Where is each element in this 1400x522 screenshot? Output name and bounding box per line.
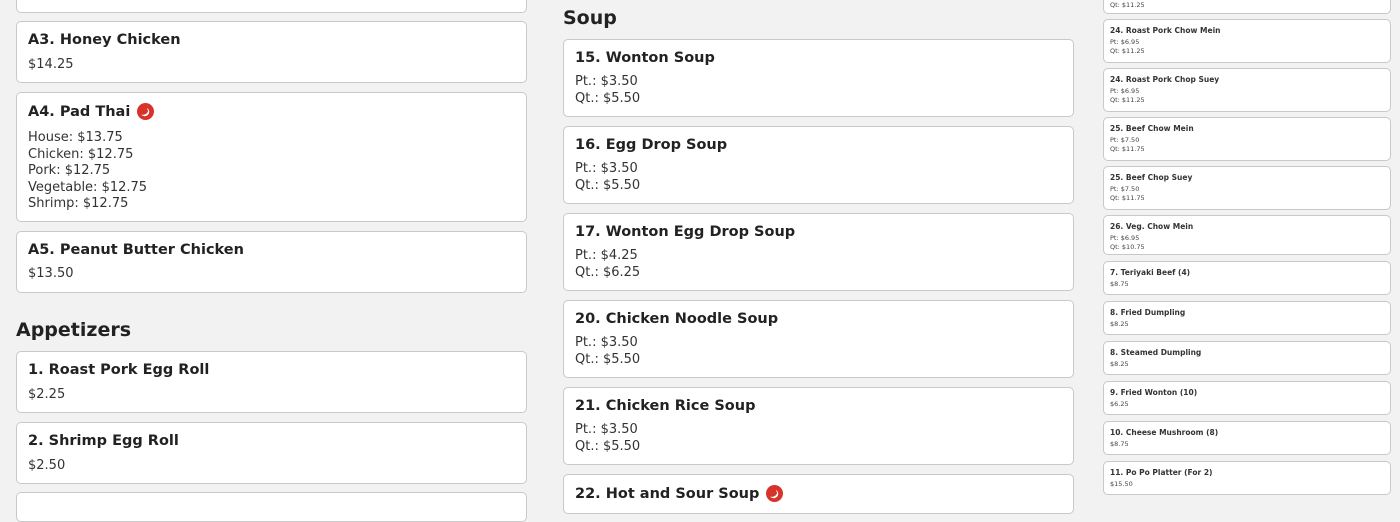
menu-item-card[interactable]: 16. Egg Drop Soup Pt.: $3.50 Qt.: $5.50 xyxy=(563,126,1074,204)
menu-item-price: Pt.: $3.50 xyxy=(575,74,638,89)
menu-item-price: Pt: $6.95 xyxy=(1110,87,1140,95)
menu-item-price: Pt: $6.95 xyxy=(1110,38,1140,46)
menu-column-2: Soup 15. Wonton Soup Pt.: $3.50 Qt.: $5.… xyxy=(545,0,1090,514)
menu-item-price: Qt: $11.25 xyxy=(1110,96,1145,104)
menu-item-price: Pt: $7.50 xyxy=(1110,185,1140,193)
menu-item-title: 10. Cheese Mushroom (8) xyxy=(1110,428,1219,437)
section-title-soup: Soup xyxy=(563,7,617,29)
menu-column-1: A3. Honey Chicken $14.25 A4. Pad Thai Ho… xyxy=(0,0,545,522)
menu-item-card[interactable]: 8. Steamed Dumpling $8.25 xyxy=(1103,341,1391,375)
spicy-icon xyxy=(137,103,155,120)
menu-item-title: A4. Pad Thai xyxy=(28,103,155,120)
menu-item-title: 24. Roast Pork Chow Mein xyxy=(1110,26,1221,35)
menu-item-price: Qt: $11.25 xyxy=(1110,1,1145,9)
menu-item-card[interactable]: 20. Chicken Noodle Soup Pt.: $3.50 Qt.: … xyxy=(563,300,1074,378)
menu-item-card[interactable]: 25. Beef Chop Suey Pt: $7.50 Qt: $11.75 xyxy=(1103,166,1391,210)
menu-item-title: 11. Po Po Platter (For 2) xyxy=(1110,468,1213,477)
menu-item-price: Pork: $12.75 xyxy=(28,163,111,178)
menu-item-title: 25. Beef Chow Mein xyxy=(1110,124,1194,133)
menu-item-title-text: A4. Pad Thai xyxy=(28,103,131,120)
menu-item-title: 8. Steamed Dumpling xyxy=(1110,348,1202,357)
menu-item-card[interactable]: 15. Wonton Soup Pt.: $3.50 Qt.: $5.50 xyxy=(563,39,1074,117)
menu-item-price: Qt: $11.25 xyxy=(1110,47,1145,55)
menu-item-price: Pt: $7.50 xyxy=(1110,136,1140,144)
menu-item-card[interactable]: 17. Wonton Egg Drop Soup Pt.: $4.25 Qt.:… xyxy=(563,213,1074,291)
menu-item-price: House: $13.75 xyxy=(28,130,123,145)
spicy-icon xyxy=(766,485,784,502)
menu-item-price: Pt.: $3.50 xyxy=(575,335,638,350)
menu-item-price: $15.50 xyxy=(1110,480,1133,488)
menu-item-title: 15. Wonton Soup xyxy=(575,50,715,66)
menu-item-card[interactable]: 22. Hot and Sour Soup xyxy=(563,474,1074,514)
menu-column-3: Qt: $11.25 24. Roast Pork Chow Mein Pt: … xyxy=(1090,0,1400,500)
menu-item-title: 20. Chicken Noodle Soup xyxy=(575,311,779,327)
menu-item-card[interactable] xyxy=(16,492,527,522)
menu-item-card[interactable]: 7. Teriyaki Beef (4) $8.75 xyxy=(1103,261,1391,295)
menu-item-price: $8.75 xyxy=(1110,280,1129,288)
menu-item-card[interactable]: 9. Fried Wonton (10) $6.25 xyxy=(1103,381,1391,415)
menu-item-price: Vegetable: $12.75 xyxy=(28,179,148,195)
menu-item-card[interactable]: Qt: $11.25 xyxy=(1103,0,1391,14)
menu-item-card[interactable]: A5. Peanut Butter Chicken $13.50 xyxy=(16,231,527,293)
menu-item-price: Qt: $11.75 xyxy=(1110,145,1145,153)
menu-item-title: 8. Fried Dumpling xyxy=(1110,308,1186,317)
menu-item-price: Shrimp: $12.75 xyxy=(28,196,129,211)
menu-item-price: $8.25 xyxy=(1110,360,1129,368)
menu-item-price: Pt: $6.95 xyxy=(1110,234,1140,242)
menu-item-card[interactable]: 25. Beef Chow Mein Pt: $7.50 Qt: $11.75 xyxy=(1103,117,1391,161)
menu-item-card[interactable]: 2. Shrimp Egg Roll $2.50 xyxy=(16,422,527,484)
menu-item-price: Pt.: $3.50 xyxy=(575,161,638,176)
menu-item-price: Qt: $11.75 xyxy=(1110,194,1145,202)
menu-item-price: Pt.: $3.50 xyxy=(575,422,638,437)
menu-item-price: Chicken: $12.75 xyxy=(28,146,134,162)
menu-item-price: $8.75 xyxy=(1110,440,1129,448)
menu-item-price: Qt: $10.75 xyxy=(1110,243,1145,251)
menu-item-price: Qt.: $5.50 xyxy=(575,90,641,106)
menu-item-title-text: 22. Hot and Sour Soup xyxy=(575,485,760,502)
menu-item-price: $13.50 xyxy=(28,266,74,281)
menu-item-price: $14.25 xyxy=(28,57,74,72)
menu-item-card[interactable]: 8. Fried Dumpling $8.25 xyxy=(1103,301,1391,335)
menu-item-title: A5. Peanut Butter Chicken xyxy=(28,242,244,258)
menu-item-title: 17. Wonton Egg Drop Soup xyxy=(575,224,796,240)
menu-item-price: $2.25 xyxy=(28,387,66,402)
menu-item-price: $6.25 xyxy=(1110,400,1129,408)
menu-item-card[interactable]: A4. Pad Thai House: $13.75 Chicken: $12.… xyxy=(16,92,527,222)
menu-item-card[interactable]: 24. Roast Pork Chow Mein Pt: $6.95 Qt: $… xyxy=(1103,19,1391,63)
menu-item-title: 1. Roast Pork Egg Roll xyxy=(28,362,210,378)
menu-item-card[interactable]: A3. Honey Chicken $14.25 xyxy=(16,21,527,83)
menu-item-title: 22. Hot and Sour Soup xyxy=(575,485,784,502)
menu-item-title: 26. Veg. Chow Mein xyxy=(1110,222,1194,231)
menu-item-card[interactable]: 11. Po Po Platter (For 2) $15.50 xyxy=(1103,461,1391,495)
menu-item-title: 25. Beef Chop Suey xyxy=(1110,173,1193,182)
menu-item-price: Qt.: $5.50 xyxy=(575,177,641,193)
menu-item-title: 9. Fried Wonton (10) xyxy=(1110,388,1198,397)
menu-item-price: Qt.: $5.50 xyxy=(575,351,641,367)
menu-item-price: $8.25 xyxy=(1110,320,1129,328)
menu-item-price: Pt.: $4.25 xyxy=(575,248,638,263)
menu-item-card[interactable] xyxy=(16,0,527,13)
menu-item-card[interactable]: 10. Cheese Mushroom (8) $8.75 xyxy=(1103,421,1391,455)
menu-item-price: $2.50 xyxy=(28,458,66,473)
menu-item-card[interactable]: 24. Roast Pork Chop Suey Pt: $6.95 Qt: $… xyxy=(1103,68,1391,112)
menu-item-card[interactable]: 26. Veg. Chow Mein Pt: $6.95 Qt: $10.75 xyxy=(1103,215,1391,255)
menu-item-card[interactable]: 21. Chicken Rice Soup Pt.: $3.50 Qt.: $5… xyxy=(563,387,1074,465)
menu-item-card[interactable]: 1. Roast Pork Egg Roll $2.25 xyxy=(16,351,527,413)
menu-item-title: 2. Shrimp Egg Roll xyxy=(28,433,179,449)
menu-item-title: 21. Chicken Rice Soup xyxy=(575,398,756,414)
menu-item-price: Qt.: $6.25 xyxy=(575,264,641,280)
section-title-appetizers: Appetizers xyxy=(16,319,132,341)
menu-item-title: 7. Teriyaki Beef (4) xyxy=(1110,268,1191,277)
menu-item-title: A3. Honey Chicken xyxy=(28,32,181,48)
menu-item-title: 16. Egg Drop Soup xyxy=(575,137,728,153)
menu-item-title: 24. Roast Pork Chop Suey xyxy=(1110,75,1220,84)
menu-item-price: Qt.: $5.50 xyxy=(575,438,641,454)
